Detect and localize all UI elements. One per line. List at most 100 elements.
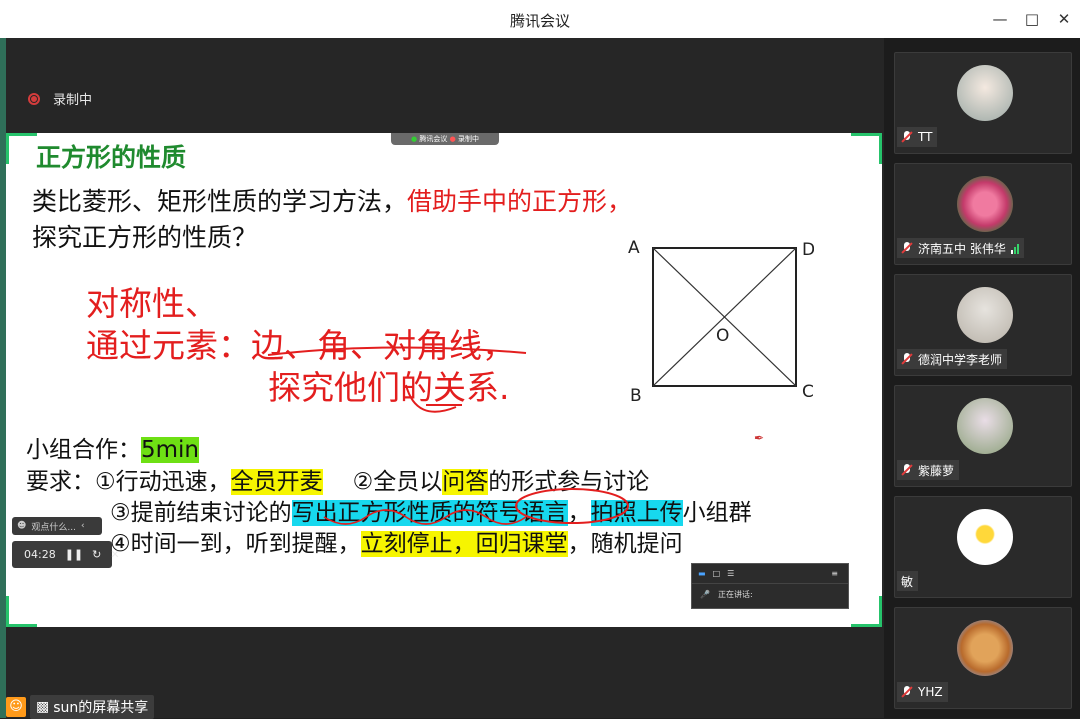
participant-tile[interactable]: 敏 — [894, 496, 1072, 598]
view-toggle-icon[interactable]: ▬ — [698, 569, 706, 578]
req-label: 要求： — [26, 469, 95, 495]
r2-e: 拍照上传 — [590, 500, 683, 526]
reset-icon[interactable]: ↻ — [92, 548, 101, 561]
r3-c: ，随机提问 — [567, 531, 683, 557]
menu-icon[interactable]: ≡ — [831, 569, 838, 578]
window-icon[interactable]: □ — [713, 569, 721, 578]
red-text-relation: 探究他们的关系. — [268, 368, 510, 407]
r3-a: ④时间一到，听到提醒， — [110, 531, 361, 557]
participant-badge: 德润中学李老师 — [897, 349, 1008, 369]
participant-tile[interactable]: 济南五中 张伟华 — [894, 163, 1072, 265]
share-frame-corner — [851, 596, 882, 627]
red-text-elements: 通过元素：边、角、对角线， — [86, 326, 515, 365]
participant-badge: 敏 — [897, 571, 919, 591]
mini-toolbar-label: 观点什么... — [31, 522, 76, 533]
vertex-d: D — [802, 240, 814, 260]
r3-b: 立刻停止，回归课堂 — [360, 531, 568, 557]
speaker-panel[interactable]: ▬ □ ☰ ≡ 🎤 正在讲话: — [691, 563, 849, 609]
signal-bars-icon — [1010, 243, 1019, 254]
vertex-b: B — [630, 386, 642, 405]
r2-f: 小组群 — [682, 500, 752, 526]
speaker-label: 正在讲话: — [717, 590, 753, 599]
mini-toolbar[interactable]: ☻ 观点什么... ‹ — [12, 517, 102, 535]
participant-name: YHZ — [918, 685, 943, 699]
participant-tile[interactable]: TT — [894, 52, 1072, 154]
mic-muted-icon — [901, 242, 913, 254]
sharing-status-pill[interactable]: ● 腾讯会议 ● 录制中 — [391, 133, 499, 145]
pen-cursor-icon: ✒ — [754, 431, 765, 445]
square-diagram: A D B C O — [628, 238, 814, 405]
participant-badge: 紫藤萝 — [897, 460, 960, 480]
center-o: O — [716, 326, 729, 346]
face-icon: ☻ — [17, 521, 27, 531]
screen-share-bar[interactable]: ☺ ▩ sun的屏幕共享 — [6, 694, 155, 719]
close-icon[interactable]: ✕ — [1050, 6, 1078, 32]
r2-a: ③提前结束讨论的 — [110, 500, 292, 526]
chevron-left-icon[interactable]: ‹ — [81, 521, 85, 531]
participant-name: 紫藤萝 — [918, 463, 955, 478]
share-frame-corner — [6, 133, 37, 164]
group-time: 5min — [141, 437, 200, 463]
r1-b: 全员开麦 — [230, 469, 323, 495]
requirement-line-2: ③提前结束讨论的写出正方形性质的符号语言，拍照上传小组群 — [110, 493, 752, 527]
r2-c: 符号语言 — [475, 500, 568, 526]
timer-time: 04:28 — [24, 548, 56, 561]
group-label: 小组合作： — [26, 437, 141, 463]
avatar — [957, 398, 1013, 454]
share-pill-rec: 录制中 — [457, 135, 479, 143]
slide-line-1: 类比菱形、矩形性质的学习方法，借助手中的正方形， — [32, 182, 632, 218]
maximize-icon[interactable]: □ — [1018, 6, 1046, 32]
red-text-symmetry: 对称性、 — [86, 284, 218, 323]
share-pill-app: 腾讯会议 — [419, 135, 448, 143]
participant-name: 敏 — [901, 574, 914, 589]
minimize-icon[interactable]: — — [986, 6, 1014, 32]
screen-icon: ▩ — [36, 698, 50, 715]
list-icon[interactable]: ☰ — [727, 569, 734, 578]
mic-muted-icon — [901, 686, 913, 698]
share-frame-corner — [6, 596, 37, 627]
mic-muted-icon — [901, 464, 913, 476]
r1-d: 问答 — [442, 469, 489, 495]
r1-e: 的形式参与讨论 — [488, 469, 650, 495]
share-frame-corner — [851, 133, 882, 164]
record-icon — [28, 92, 40, 105]
avatar — [957, 620, 1013, 676]
slide-line-1-red: 借助手中的正方形， — [407, 187, 633, 216]
slide-line-2: 探究正方形的性质？ — [32, 223, 258, 252]
speaker-mic-icon: 🎤 — [700, 590, 710, 599]
screen-share-label: sun的屏幕共享 — [53, 699, 149, 716]
timer-widget: 04:28 ❚❚ ↻ ✕ — [12, 541, 120, 568]
shared-slide: ● 腾讯会议 ● 录制中 正方形的性质 类比菱形、矩形性质的学习方法，借助手中的… — [6, 133, 882, 627]
group-work-line: 小组合作：5min — [26, 430, 200, 464]
slide-line-1-black: 类比菱形、矩形性质的学习方法， — [32, 187, 408, 216]
timer-close-icon[interactable]: ✕ — [110, 548, 119, 561]
recording-label: 录制中 — [53, 93, 93, 108]
participant-tile[interactable]: 紫藤萝 — [894, 385, 1072, 487]
participant-name: TT — [918, 130, 933, 144]
participant-badge: YHZ — [897, 682, 948, 702]
avatar — [957, 65, 1013, 121]
requirement-line-3: ④时间一到，听到提醒，立刻停止，回归课堂，随机提问 — [110, 524, 683, 558]
mic-muted-icon — [901, 131, 913, 143]
window-titlebar: 腾讯会议 — □ ✕ — [0, 0, 1080, 38]
r2-d: ， — [567, 500, 591, 526]
window-title: 腾讯会议 — [509, 12, 570, 30]
recording-indicator[interactable]: 录制中 — [28, 89, 92, 108]
participant-badge: 济南五中 张伟华 — [897, 238, 1024, 258]
vertex-a: A — [628, 238, 640, 258]
mic-muted-icon — [901, 353, 913, 365]
participant-name: 济南五中 张伟华 — [918, 241, 1006, 256]
participant-sidebar: TT 济南五中 张伟华 德润中学李老师 紫藤萝 敏 YHZ — [884, 38, 1080, 718]
r1-c: ②全员以 — [352, 469, 443, 495]
pause-icon[interactable]: ❚❚ — [65, 548, 83, 561]
participant-tile[interactable]: YHZ — [894, 607, 1072, 709]
avatar — [957, 287, 1013, 343]
slide-title: 正方形的性质 — [36, 143, 187, 172]
participant-tile[interactable]: 德润中学李老师 — [894, 274, 1072, 376]
r1-a: ①行动迅速， — [95, 469, 231, 495]
participant-badge: TT — [897, 127, 938, 147]
avatar — [957, 509, 1013, 565]
user-icon: ☺ — [6, 696, 26, 717]
avatar — [957, 176, 1013, 232]
requirement-line-1: 要求：①行动迅速，全员开麦 ②全员以问答的形式参与讨论 — [26, 462, 649, 496]
